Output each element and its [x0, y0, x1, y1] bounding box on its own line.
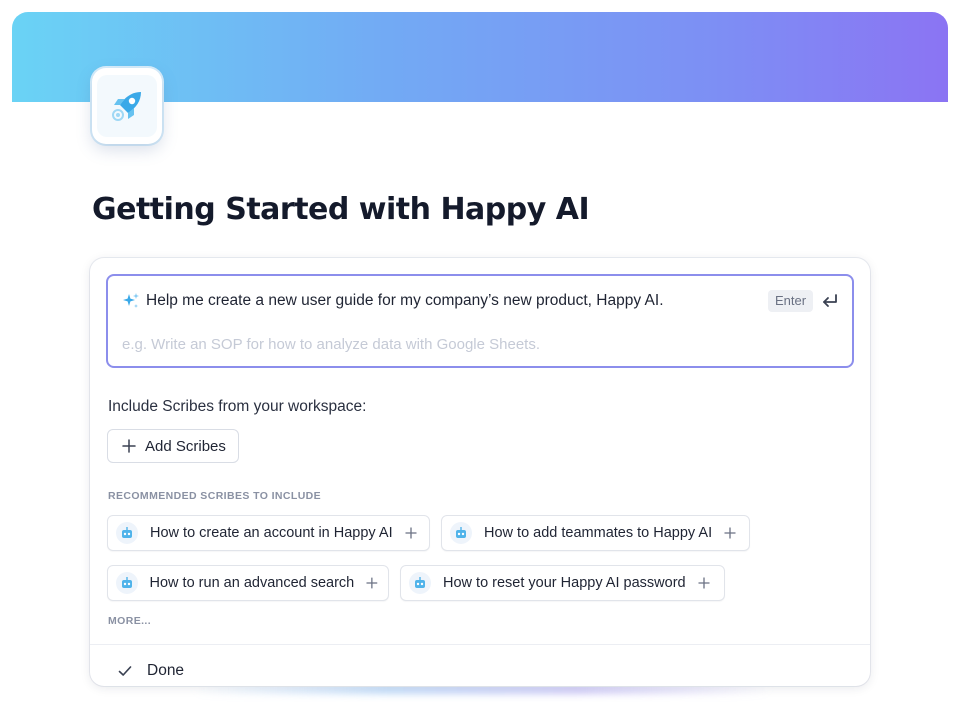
- include-scribes-label: Include Scribes from your workspace:: [108, 398, 367, 415]
- app-icon: [92, 68, 162, 144]
- scribe-chip-label: How to run an advanced search: [149, 575, 355, 591]
- done-button[interactable]: Done: [118, 662, 184, 680]
- sparkle-icon: [123, 293, 139, 308]
- page-title: Getting Started with Happy AI: [92, 192, 590, 227]
- recommended-heading: RECOMMENDED SCRIBES TO INCLUDE: [108, 490, 322, 502]
- scribe-chip-label: How to create an account in Happy AI: [150, 525, 393, 541]
- recommended-scribe-chip[interactable]: How to reset your Happy AI password: [400, 565, 725, 601]
- divider: [90, 644, 870, 645]
- robot-icon: [409, 572, 431, 594]
- enter-key-hint: Enter: [768, 290, 814, 312]
- return-arrow-icon[interactable]: [820, 291, 840, 311]
- plus-icon: [724, 527, 736, 539]
- more-link[interactable]: MORE...: [108, 615, 151, 627]
- scribe-chip-label: How to add teammates to Happy AI: [484, 525, 713, 541]
- recommended-scribe-chip[interactable]: How to create an account in Happy AI: [107, 515, 430, 551]
- scribe-chip-label: How to reset your Happy AI password: [443, 575, 686, 591]
- plus-icon: [122, 439, 136, 453]
- add-scribes-label: Add Scribes: [145, 437, 226, 455]
- page-frame: Getting Started with Happy AI Help me cr…: [12, 12, 948, 702]
- plus-icon: [366, 577, 378, 589]
- robot-icon: [450, 522, 472, 544]
- plus-icon: [698, 577, 710, 589]
- plus-icon: [405, 527, 417, 539]
- prompt-text: Help me create a new user guide for my c…: [146, 292, 664, 309]
- rocket-icon: [112, 92, 141, 121]
- recommended-scribe-chip[interactable]: How to run an advanced search: [107, 565, 389, 601]
- robot-icon: [116, 572, 138, 594]
- prompt-placeholder: e.g. Write an SOP for how to analyze dat…: [122, 336, 541, 353]
- robot-icon: [116, 522, 138, 544]
- prompt-input[interactable]: Help me create a new user guide for my c…: [106, 274, 854, 368]
- add-scribes-button[interactable]: Add Scribes: [107, 429, 239, 463]
- recommended-scribe-chip[interactable]: How to add teammates to Happy AI: [441, 515, 750, 551]
- check-icon: [118, 666, 132, 676]
- ai-prompt-card: Help me create a new user guide for my c…: [90, 258, 870, 686]
- done-label: Done: [147, 662, 185, 679]
